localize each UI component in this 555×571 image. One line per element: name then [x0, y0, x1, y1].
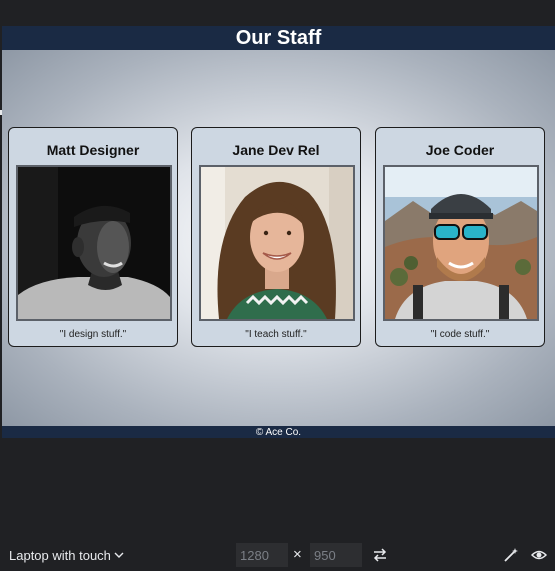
- chevron-down-icon: [114, 548, 124, 563]
- staff-card: Matt Designer "I design stuff.": [8, 127, 178, 347]
- times-icon: ×: [293, 546, 302, 563]
- eye-icon[interactable]: [530, 547, 548, 563]
- staff-name: Joe Coder: [425, 142, 495, 158]
- staff-photo: [199, 165, 355, 321]
- staff-photo: [16, 165, 172, 321]
- staff-section: Matt Designer "I design stuff." Jane Dev…: [2, 50, 555, 426]
- staff-card: Jane Dev Rel "I teach stuff.": [191, 127, 361, 347]
- staff-quote: "I teach stuff.": [245, 329, 307, 340]
- staff-name: Matt Designer: [46, 142, 140, 158]
- staff-quote: "I design stuff.": [59, 329, 127, 340]
- site-footer: © Ace Co.: [2, 426, 555, 438]
- viewport-height-input[interactable]: [310, 543, 362, 567]
- staff-name: Jane Dev Rel: [232, 142, 320, 158]
- device-select-label: Laptop with touch: [9, 548, 111, 563]
- staff-card: Joe Coder "I code stuff.": [375, 127, 545, 347]
- staff-photo: [383, 165, 539, 321]
- swap-dimensions-icon[interactable]: [372, 547, 388, 563]
- device-preview: Our Staff Matt Designer "I design stuff.…: [2, 26, 555, 438]
- viewport-width-input[interactable]: [236, 543, 288, 567]
- staff-quote: "I code stuff.": [430, 329, 490, 340]
- devtools-top-strip: [0, 0, 555, 26]
- page-title: Our Staff: [235, 26, 322, 49]
- footer-copyright: © Ace Co.: [255, 426, 302, 438]
- magic-wand-icon[interactable]: [503, 547, 519, 563]
- device-toolbar: Laptop with touch ×: [0, 540, 555, 571]
- site-header: Our Staff: [2, 26, 555, 50]
- device-select[interactable]: Laptop with touch: [9, 548, 124, 563]
